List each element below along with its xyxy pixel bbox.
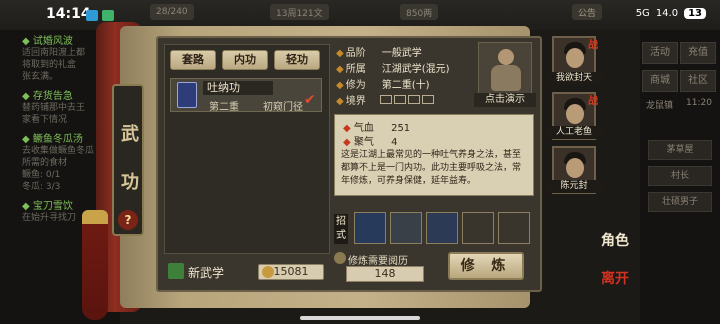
portrait-face — [566, 104, 584, 124]
battle-tag: 战 — [588, 96, 598, 107]
app-icon — [102, 10, 114, 21]
attr-cultivation: ◆ 修为 第二重(十) — [336, 76, 430, 91]
character-name: 陈元封 — [546, 180, 602, 193]
npc-list-item[interactable]: 壮硕男子 — [648, 192, 712, 212]
home-indicator[interactable] — [300, 316, 420, 320]
figure-body — [491, 65, 521, 91]
community-button[interactable]: 社区 — [680, 70, 716, 92]
game-clock: 11:20 — [686, 98, 712, 108]
tab-routines[interactable]: 套路 — [170, 50, 216, 70]
portrait-face — [566, 158, 584, 178]
stat-focus: ◆ 聚气 4 — [343, 133, 397, 148]
realm-box — [408, 95, 420, 104]
leave-text: 角色 — [601, 233, 629, 249]
announcement-button[interactable]: 公告 — [572, 4, 603, 20]
attr-realm: ◆ 境界 — [336, 92, 382, 107]
skill-list-item[interactable]: 吐纳功 第二重 初窥门径 ✔ — [170, 78, 322, 113]
attr-label: 所属 — [345, 64, 366, 75]
skill-name: 吐纳功 — [203, 81, 273, 95]
attr-value: 第二重(十) — [381, 80, 430, 91]
skill-list-pane — [164, 44, 330, 254]
stamina-counter: 28/240 — [150, 4, 194, 20]
recharge-button[interactable]: 充值 — [680, 42, 716, 64]
practice-button[interactable]: 修 炼 — [448, 252, 524, 280]
new-martial-label: 新武学 — [188, 266, 225, 280]
attr-label: 品阶 — [345, 48, 366, 59]
attr-value: 江湖武学(混元) — [381, 64, 450, 75]
side-title-char: 武 — [121, 124, 139, 145]
tassel-decoration — [82, 210, 108, 320]
skill-description: 这是江湖上最常见的一种吐气养身之法，甚至都算不上是一门内功。此功主要呼吸之法，常… — [341, 150, 522, 186]
attr-affiliation: ◆ 所属 江湖武学(混元) — [336, 60, 450, 75]
stat-hp: ◆ 气血 251 — [343, 119, 410, 134]
diamond-icon: ◆ — [343, 137, 351, 148]
book-icon — [168, 263, 184, 279]
npc-list-item[interactable]: 茅草屋 — [648, 140, 712, 160]
money-display: 850两 — [400, 4, 439, 20]
app-icon — [86, 10, 98, 21]
stat-label: 聚气 — [353, 137, 374, 148]
skill-info-box: ◆ 气血 251 ◆ 聚气 4 这是江湖上最常见的一种吐气养身之法，甚至都算不上… — [334, 114, 534, 196]
battle-tag: 战 — [588, 40, 598, 51]
attr-label: 境界 — [345, 96, 366, 107]
location-name: 龙鼠镇 — [646, 101, 674, 111]
tab-inner-skill[interactable]: 内功 — [222, 50, 268, 70]
leave-role-button[interactable]: 角色 离开 — [600, 230, 634, 310]
stat-value: 4 — [391, 137, 398, 148]
skill-level: 第二重 — [209, 102, 239, 113]
move-slot[interactable] — [390, 212, 422, 244]
realm-box — [422, 95, 434, 104]
npc-list-item[interactable]: 村长 — [648, 166, 712, 186]
move-slot[interactable] — [354, 212, 386, 244]
diamond-icon: ◆ — [336, 80, 344, 91]
experience-icon — [334, 252, 346, 264]
battery-indicator: 13 — [684, 8, 706, 19]
attr-grade: ◆ 品阶 一般武学 — [336, 44, 422, 59]
clock: 14:14 — [46, 6, 91, 22]
shop-button[interactable]: 商城 — [642, 70, 678, 92]
book-icon — [177, 82, 197, 108]
device-status: 5G 14.0 13 — [636, 8, 706, 19]
demo-figure[interactable] — [478, 42, 532, 94]
check-icon: ✔ — [304, 92, 316, 108]
coin-icon — [262, 266, 274, 278]
realm-box — [394, 95, 406, 104]
tab-light-skill[interactable]: 轻功 — [274, 50, 320, 70]
signal-label: 5G — [635, 8, 650, 19]
figure-head — [498, 49, 514, 65]
move-slot[interactable] — [426, 212, 458, 244]
right-menu: 活动 充值 商城 社区 龙鼠镇 11:20 茅草屋 村长 壮硕男子 — [640, 30, 720, 324]
portrait-face — [566, 48, 584, 68]
diamond-icon: ◆ — [336, 64, 344, 75]
practice-requirement-value: 148 — [346, 266, 424, 282]
realm-box — [380, 95, 392, 104]
moves-label: 招式 — [334, 214, 348, 244]
attr-label: 修为 — [345, 80, 366, 91]
attr-value: 一般武学 — [381, 48, 422, 59]
character-name: 人工老鱼 — [546, 126, 602, 139]
skill-stage: 初窥门径 — [263, 102, 303, 113]
date-display: 13周121文 — [270, 4, 329, 20]
move-slot-empty[interactable] — [498, 212, 530, 244]
help-icon[interactable]: ? — [118, 210, 138, 230]
side-title-char: 功 — [121, 172, 139, 193]
demo-button[interactable]: 点击演示 — [474, 93, 536, 107]
new-martial-button[interactable]: 新武学 — [166, 262, 256, 282]
character-name: 我欲封天 — [546, 72, 602, 85]
practice-requirement-label: 修炼需要阅历 — [348, 256, 408, 267]
leave-text: 离开 — [601, 271, 629, 287]
net-speed: 14.0 — [655, 8, 679, 19]
diamond-icon: ◆ — [336, 48, 344, 59]
activity-button[interactable]: 活动 — [642, 42, 678, 64]
move-slot-empty[interactable] — [462, 212, 494, 244]
diamond-icon: ◆ — [336, 96, 344, 107]
